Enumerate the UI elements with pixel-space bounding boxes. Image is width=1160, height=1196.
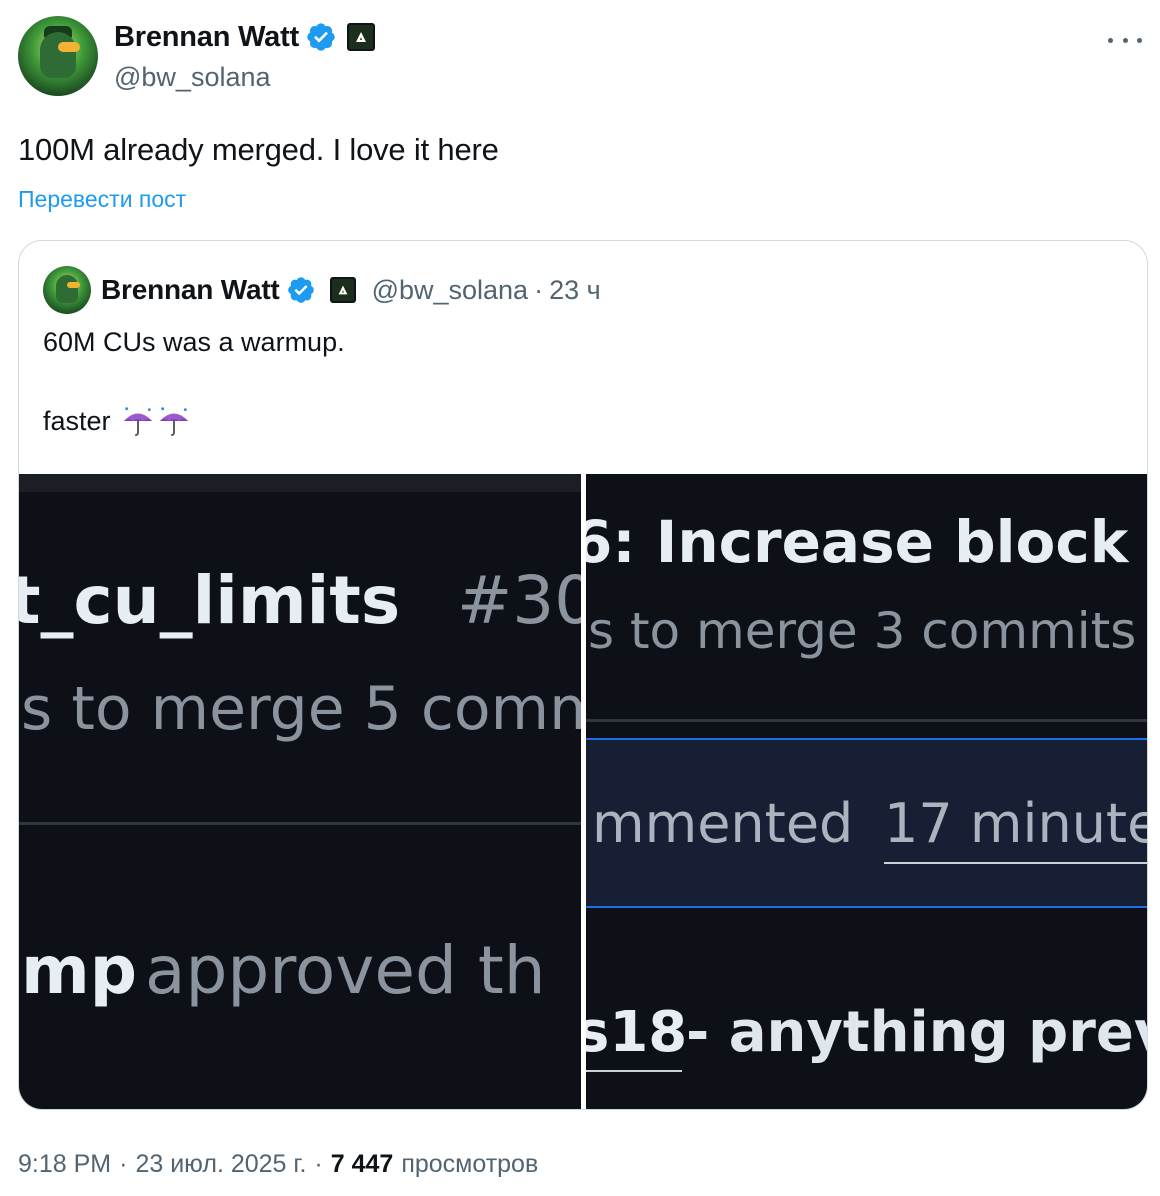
commented-time-link: 17 minute — [884, 792, 1148, 855]
affiliation-badge-icon[interactable] — [347, 23, 376, 51]
author-names: Brennan Watt @bw_solana — [114, 18, 376, 93]
quoted-post-time: 23 ч — [549, 274, 601, 305]
verified-badge-icon — [287, 277, 314, 303]
approved-text: approved th — [145, 932, 546, 1009]
pr-title-bold: t_cu_limits — [19, 562, 401, 639]
author-avatar[interactable] — [18, 16, 98, 96]
media-image-left[interactable]: t_cu_limits #30 s to merge 5 comm mp app… — [19, 474, 581, 1109]
post-date[interactable]: 23 июл. 2025 г. — [135, 1150, 306, 1179]
views-count: 7 447 — [330, 1150, 394, 1178]
quoted-author-display-name: Brennan Watt — [101, 274, 280, 305]
separator-dot: · — [534, 274, 544, 305]
media-image-right[interactable]: 6: Increase block li s to merge 3 commit… — [586, 474, 1148, 1109]
quoted-post-header: Brennan Watt @bw_solana · 23 ч — [43, 266, 601, 314]
affiliation-badge-icon — [329, 277, 356, 303]
separator-dot: · — [314, 1150, 323, 1178]
more-icon[interactable] — [1108, 30, 1142, 50]
verified-badge-icon[interactable] — [305, 21, 337, 53]
post-header: Brennan Watt @bw_solana — [18, 16, 1142, 98]
post-text: 100M already merged. I love it here — [18, 132, 499, 167]
quoted-author-handle: @bw_solana — [371, 274, 529, 305]
pr-number: #30 — [457, 562, 581, 639]
commented-label: mmented — [592, 792, 854, 855]
quoted-post-text-line1: 60M CUs was a warmup. — [43, 327, 345, 357]
umbrella-rain-emoji-icon — [159, 407, 188, 437]
pr-title: 6: Increase block li — [586, 508, 1148, 576]
quoted-post[interactable]: Brennan Watt @bw_solana · 23 ч 60M CUs w… — [18, 240, 1148, 1110]
quoted-post-media[interactable]: t_cu_limits #30 s to merge 5 comm mp app… — [19, 474, 1148, 1109]
post-meta: 9:18 PM · 23 июл. 2025 г. · 7 447 просмо… — [18, 1150, 538, 1179]
quoted-post-text-faster: faster — [43, 405, 111, 436]
reviewer-name: mp — [21, 932, 138, 1009]
author-display-name[interactable]: Brennan Watt — [114, 21, 299, 54]
umbrella-rain-emoji-icon — [123, 407, 152, 437]
views-label: просмотров — [401, 1150, 539, 1178]
comment-user: s18 — [586, 1000, 688, 1065]
post-time[interactable]: 9:18 PM — [18, 1150, 111, 1179]
pr-subtitle: s to merge 3 commits — [588, 602, 1137, 660]
comment-text: - anything prev — [686, 1000, 1148, 1065]
translate-post-link[interactable]: Перевести пост — [18, 186, 186, 213]
quoted-post-text-line2: faster — [43, 404, 191, 438]
quoted-author-avatar — [43, 266, 91, 314]
author-handle[interactable]: @bw_solana — [114, 62, 375, 93]
pr-subtitle: s to merge 5 comm — [21, 674, 581, 744]
separator-dot: · — [119, 1150, 128, 1178]
